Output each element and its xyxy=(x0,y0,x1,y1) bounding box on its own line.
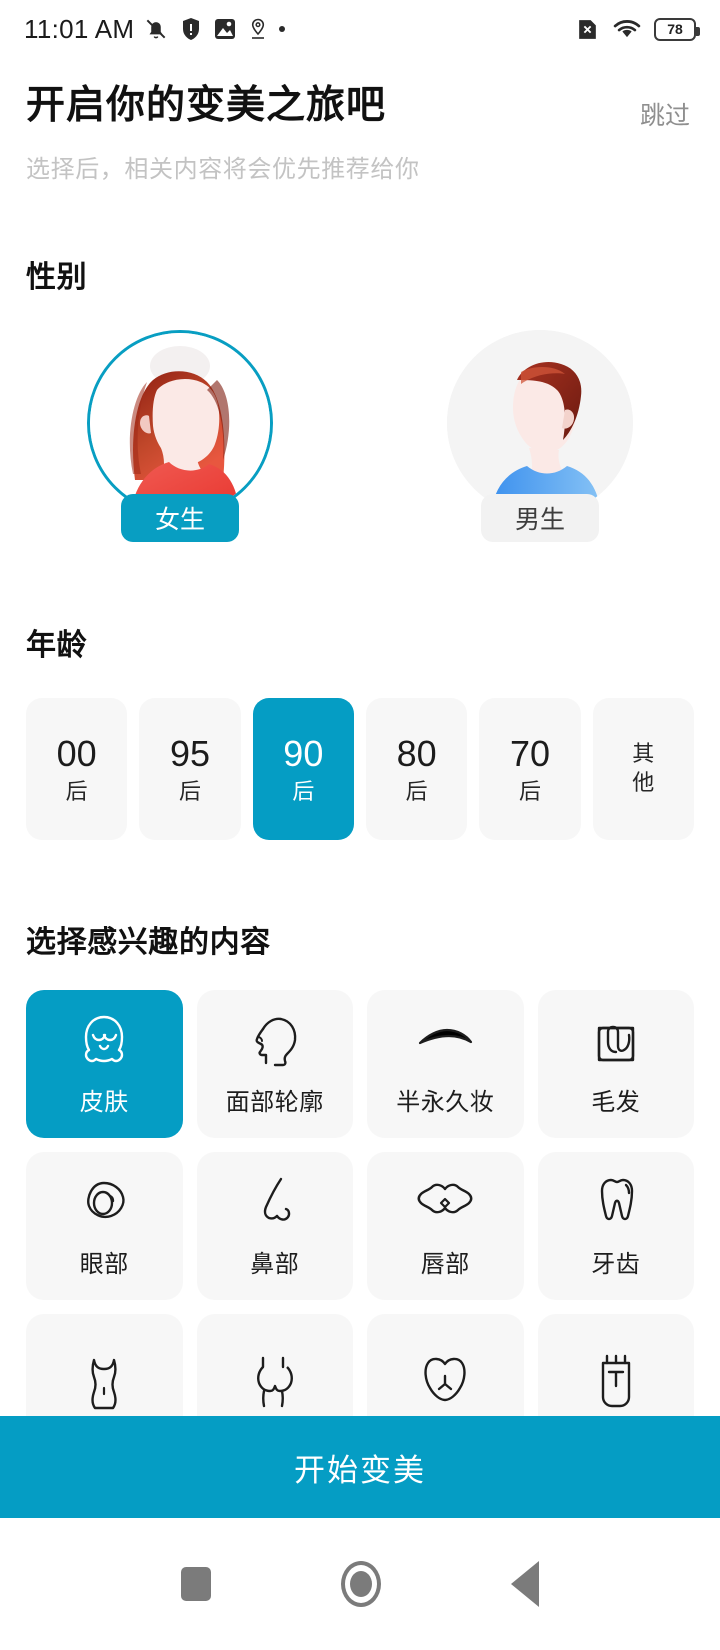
back-triangle-icon[interactable] xyxy=(511,1561,539,1607)
age-chip-70[interactable]: 70 后 xyxy=(479,698,581,840)
system-nav-bar xyxy=(0,1518,720,1650)
age-chip-line2: 后 xyxy=(292,778,315,804)
shield-icon xyxy=(180,17,202,41)
female-avatar xyxy=(87,330,273,516)
age-chip-other[interactable]: 其 他 xyxy=(592,698,694,840)
male-avatar xyxy=(447,330,633,516)
skip-button[interactable]: 跳过 xyxy=(640,84,694,132)
wifi-icon xyxy=(613,17,641,41)
interest-label: 半永久妆 xyxy=(396,1088,495,1116)
interest-label: 毛发 xyxy=(591,1088,641,1116)
age-chip-line1: 其 xyxy=(632,741,655,767)
interest-tile-eye[interactable]: 眼部 xyxy=(26,1152,183,1300)
status-notification-icons xyxy=(143,16,286,42)
torso-icon xyxy=(75,1353,133,1411)
interest-tile-hair[interactable]: 毛发 xyxy=(537,990,694,1138)
start-beauty-button[interactable]: 开始变美 xyxy=(0,1416,720,1518)
recents-square-icon[interactable] xyxy=(181,1567,211,1601)
hair-follicle-icon xyxy=(587,1012,645,1070)
page-title: 开启你的变美之旅吧 xyxy=(26,84,387,127)
eye-icon xyxy=(75,1174,133,1232)
gender-option-female[interactable]: 女生 xyxy=(0,330,360,542)
bell-muted-icon xyxy=(143,16,169,42)
male-label[interactable]: 男生 xyxy=(481,494,599,542)
home-circle-icon[interactable] xyxy=(341,1561,381,1607)
status-time: 11:01 AM xyxy=(24,13,135,44)
interest-label: 牙齿 xyxy=(591,1250,641,1278)
status-bar: 11:01 AM 78 xyxy=(0,0,720,58)
interest-label: 面部轮廓 xyxy=(225,1088,324,1116)
more-dot-icon xyxy=(279,26,286,32)
app-screen: 11:01 AM 78 开启你的变美之旅吧 跳过 选择后，相关内容将会优先推荐给… xyxy=(0,0,720,1650)
gender-option-male[interactable]: 男生 xyxy=(360,330,720,542)
age-chip-00[interactable]: 00 后 xyxy=(26,698,128,840)
chest-icon xyxy=(246,1353,304,1411)
gender-options: 女生 男生 xyxy=(0,330,720,542)
battery-level: 78 xyxy=(667,21,683,37)
lips-icon xyxy=(416,1174,474,1232)
age-chip-line2: 他 xyxy=(632,770,655,796)
face-skin-icon xyxy=(75,1012,133,1070)
age-chip-line1: 90 xyxy=(283,733,324,775)
battery-icon: 78 xyxy=(654,17,700,41)
age-chip-90[interactable]: 90 后 xyxy=(252,698,354,840)
head-profile-icon xyxy=(246,1012,304,1070)
interest-tile-teeth[interactable]: 牙齿 xyxy=(537,1152,694,1300)
interest-tile-face-contour[interactable]: 面部轮廓 xyxy=(196,990,353,1138)
interest-label: 鼻部 xyxy=(250,1250,300,1278)
interest-grid: 皮肤 面部轮廓 半永久妆 毛发 眼部 鼻部 唇部 牙齿 xyxy=(26,990,694,1462)
device-icon xyxy=(587,1353,645,1411)
interest-tile-skin[interactable]: 皮肤 xyxy=(26,990,183,1138)
age-chip-line2: 后 xyxy=(518,778,541,804)
page-header: 开启你的变美之旅吧 跳过 选择后，相关内容将会优先推荐给你 xyxy=(0,84,720,184)
age-chip-line2: 后 xyxy=(405,778,428,804)
age-chip-line2: 后 xyxy=(178,778,201,804)
page-subtitle: 选择后，相关内容将会优先推荐给你 xyxy=(26,156,420,183)
age-chip-line1: 95 xyxy=(169,733,211,775)
interest-label: 皮肤 xyxy=(79,1088,129,1116)
interest-label: 唇部 xyxy=(420,1250,470,1278)
nose-icon xyxy=(246,1174,304,1232)
age-section-title: 年龄 xyxy=(26,629,88,662)
interest-tile-semi-permanent-makeup[interactable]: 半永久妆 xyxy=(367,990,524,1138)
age-options: 00 后 95 后 90 后 80 后 70 后 其 他 xyxy=(26,698,694,840)
status-system-icons: 78 xyxy=(575,17,700,42)
age-chip-line2: 后 xyxy=(65,778,88,804)
hip-icon xyxy=(416,1353,474,1411)
sim-disabled-icon xyxy=(575,17,600,42)
interest-section-title: 选择感兴趣的内容 xyxy=(26,926,271,959)
tooth-icon xyxy=(587,1174,645,1232)
image-sync-icon xyxy=(213,17,237,41)
age-chip-line1: 80 xyxy=(396,733,437,775)
gender-section-title: 性别 xyxy=(26,261,88,294)
age-chip-line1: 70 xyxy=(509,733,550,775)
interest-tile-nose[interactable]: 鼻部 xyxy=(196,1152,353,1300)
age-chip-line1: 00 xyxy=(56,733,97,775)
age-chip-95[interactable]: 95 后 xyxy=(139,698,241,840)
interest-label: 眼部 xyxy=(79,1250,129,1278)
female-label[interactable]: 女生 xyxy=(121,494,239,542)
eyebrow-icon xyxy=(416,1012,474,1070)
location-pin-icon xyxy=(248,17,268,41)
age-chip-80[interactable]: 80 后 xyxy=(365,698,468,840)
interest-tile-lips[interactable]: 唇部 xyxy=(367,1152,524,1300)
